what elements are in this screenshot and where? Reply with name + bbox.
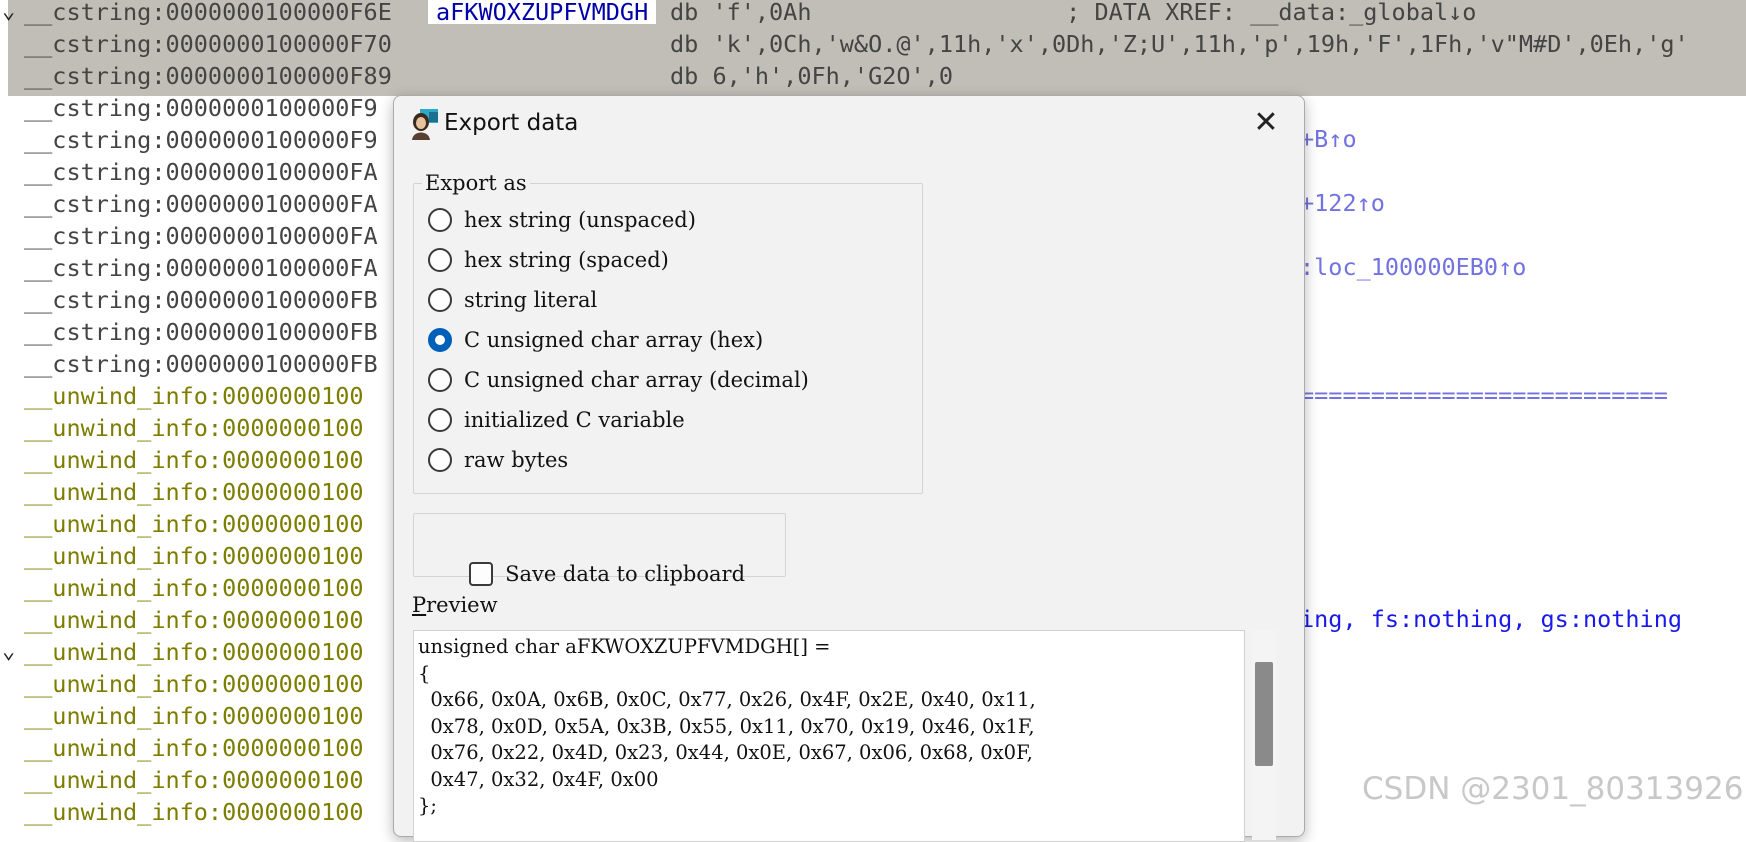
close-icon[interactable]: ✕ bbox=[1249, 108, 1283, 142]
separator-line: ========================== bbox=[1300, 381, 1668, 409]
address-text: __cstring:0000000100000FA bbox=[24, 254, 378, 282]
address-text: __cstring:0000000100000F9 bbox=[24, 126, 378, 154]
export-option[interactable]: raw bytes bbox=[428, 445, 568, 475]
address-text: __cstring:0000000100000FA bbox=[24, 190, 378, 218]
clipboard-checkbox[interactable]: Save data to clipboard bbox=[429, 529, 745, 586]
export-option-label: C unsigned char array (decimal) bbox=[464, 368, 809, 392]
listing-row[interactable]: ⌄ __cstring:0000000100000F6E aFKWOXZUPFVMD… bbox=[2, 0, 1746, 32]
ida-app-icon bbox=[412, 109, 438, 140]
radio-icon[interactable] bbox=[428, 247, 452, 272]
address-text: __cstring:0000000100000FB bbox=[24, 318, 378, 346]
address-text: __unwind_info:0000000100 bbox=[24, 798, 364, 826]
export-option-label: initialized C variable bbox=[464, 408, 685, 432]
address-text: __unwind_info:0000000100 bbox=[24, 670, 364, 698]
address-text: __unwind_info:0000000100 bbox=[24, 510, 364, 538]
preview-scrollbar[interactable] bbox=[1252, 630, 1276, 840]
address-text: __cstring:0000000100000FB bbox=[24, 350, 378, 378]
address-text: __unwind_info:0000000100 bbox=[24, 574, 364, 602]
radio-icon[interactable] bbox=[428, 287, 452, 312]
export-data-dialog: Export data ✕ Export as hex string (unsp… bbox=[393, 95, 1305, 842]
export-option-label: hex string (spaced) bbox=[464, 248, 669, 272]
radio-selected-icon[interactable] bbox=[428, 327, 452, 352]
address-text: __cstring:0000000100000F9 bbox=[24, 94, 378, 122]
instruction-text: db 'k',0Ch,'w&O.@',11h,'x',0Dh,'Z;U',11h… bbox=[670, 30, 1689, 58]
clipboard-group: Save data to clipboard bbox=[413, 513, 786, 586]
radio-icon[interactable] bbox=[428, 207, 452, 232]
radio-icon[interactable] bbox=[428, 407, 452, 432]
address-text: __unwind_info:0000000100 bbox=[24, 606, 364, 634]
address-text: __cstring:0000000100000FA bbox=[24, 158, 378, 186]
listing-row[interactable]: __cstring:0000000100000F89 db 6,'h',0Fh,'… bbox=[8, 64, 1746, 96]
address-text: __unwind_info:0000000100 bbox=[24, 766, 364, 794]
export-option[interactable]: C unsigned char array (decimal) bbox=[428, 365, 809, 395]
watermark: CSDN @2301_80313926 bbox=[1362, 771, 1744, 807]
address-text: __cstring:0000000100000F6E bbox=[24, 0, 392, 26]
export-as-group: Export as hex string (unspaced) hex strin… bbox=[413, 171, 923, 494]
address-text: __cstring:0000000100000F70 bbox=[24, 30, 392, 58]
address-text: __cstring:0000000100000FB bbox=[24, 286, 378, 314]
clipboard-label: Save data to clipboard bbox=[505, 562, 746, 586]
export-option[interactable]: C unsigned char array (hex) bbox=[428, 325, 763, 355]
dialog-titlebar[interactable]: Export data ✕ bbox=[394, 96, 1304, 150]
xref-fragment[interactable]: +122↑o bbox=[1300, 191, 1385, 215]
export-option-label: string literal bbox=[464, 288, 598, 312]
instruction-text: db 6,'h',0Fh,'G2O',0 bbox=[670, 62, 953, 90]
export-option-label: C unsigned char array (hex) bbox=[464, 328, 764, 352]
assume-comment: ing, fs:nothing, gs:nothing bbox=[1300, 605, 1683, 633]
name-label[interactable]: aFKWOXZUPFVMDGH bbox=[428, 0, 657, 24]
export-option[interactable]: initialized C variable bbox=[428, 405, 685, 435]
address-text: __unwind_info:0000000100 bbox=[24, 446, 364, 474]
preview-text: unsigned char aFKWOXZUPFVMDGH[] = { 0x66… bbox=[418, 635, 1036, 817]
address-text: __unwind_info:0000000100 bbox=[24, 542, 364, 570]
export-option[interactable]: hex string (spaced) bbox=[428, 245, 669, 275]
address-text: __unwind_info:0000000100 bbox=[24, 414, 364, 442]
address-text: __unwind_info:0000000100 bbox=[24, 478, 364, 506]
instruction-text: db 'f',0Ah ; DATA XREF: __data:_global↓o bbox=[670, 0, 1477, 26]
preview-label: Preview bbox=[412, 592, 498, 618]
export-option-label: raw bytes bbox=[464, 448, 569, 472]
export-option-label: hex string (unspaced) bbox=[464, 208, 696, 232]
radio-icon[interactable] bbox=[428, 367, 452, 392]
preview-label-mnemonic: P bbox=[412, 593, 427, 617]
collapse-arrow-icon[interactable]: ⌄ bbox=[2, 640, 26, 664]
xref-fragment[interactable]: +B↑o bbox=[1300, 127, 1357, 151]
address-text: __unwind_info:0000000100 bbox=[24, 734, 364, 762]
export-as-label: Export as bbox=[422, 171, 530, 195]
export-option[interactable]: string literal bbox=[428, 285, 597, 315]
preview-textarea[interactable]: unsigned char aFKWOXZUPFVMDGH[] = { 0x66… bbox=[413, 630, 1245, 842]
scrollbar-thumb[interactable] bbox=[1255, 662, 1273, 766]
address-text: __unwind_info:0000000100 bbox=[24, 382, 364, 410]
preview-label-rest: review bbox=[426, 593, 498, 617]
collapse-arrow-icon[interactable]: ⌄ bbox=[2, 0, 26, 24]
address-text: __unwind_info:0000000100 bbox=[24, 638, 364, 666]
radio-icon[interactable] bbox=[428, 447, 452, 472]
export-option[interactable]: hex string (unspaced) bbox=[428, 205, 696, 235]
address-text: __cstring:0000000100000FA bbox=[24, 222, 378, 250]
checkbox-box[interactable] bbox=[469, 561, 494, 586]
dialog-title: Export data bbox=[444, 110, 579, 136]
address-text: __unwind_info:0000000100 bbox=[24, 702, 364, 730]
listing-row[interactable]: __cstring:0000000100000F70 db 'k',0Ch,'w&… bbox=[8, 32, 1746, 64]
address-text: __cstring:0000000100000F89 bbox=[24, 62, 392, 90]
xref-fragment[interactable]: :loc_100000EB0↑o bbox=[1300, 255, 1526, 279]
